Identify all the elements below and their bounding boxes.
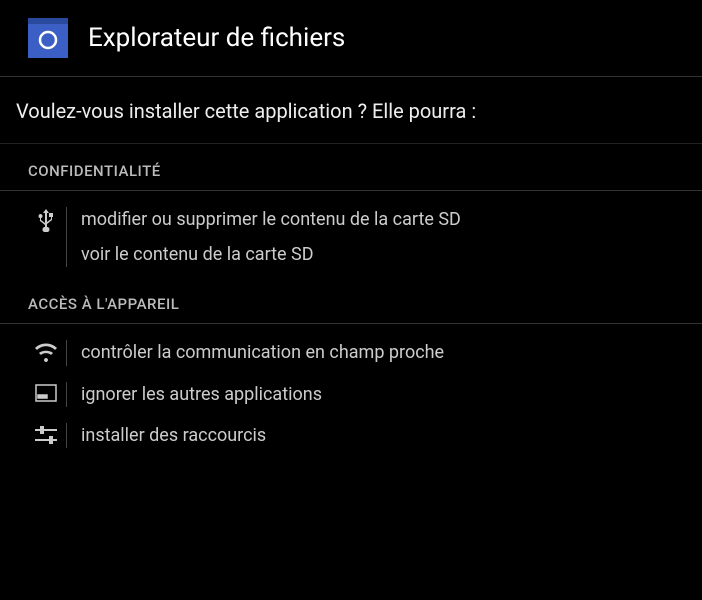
permission-text: modifier ou supprimer le contenu de la c… [81, 207, 674, 267]
device-section: ACCÈS À L'APPAREIL contrôler la communic… [0, 277, 702, 458]
app-title: Explorateur de fichiers [88, 23, 345, 53]
permission-line: ignorer les autres applications [81, 382, 674, 407]
privacy-section: CONFIDENTIALITÉ modifier ou supprimer le… [0, 144, 702, 277]
permission-row: modifier ou supprimer le contenu de la c… [0, 207, 702, 267]
permission-line: installer des raccourcis [81, 423, 674, 448]
permission-row: ignorer les autres applications [0, 382, 702, 407]
divider [66, 382, 67, 407]
device-section-title: ACCÈS À L'APPAREIL [0, 277, 702, 324]
privacy-section-title: CONFIDENTIALITÉ [0, 144, 702, 191]
permission-line: voir le contenu de la carte SD [81, 242, 674, 267]
app-header: Explorateur de fichiers [0, 0, 702, 77]
install-prompt: Voulez-vous installer cette application … [0, 77, 702, 144]
app-icon [28, 18, 68, 58]
divider [66, 423, 67, 448]
usb-icon [28, 207, 64, 267]
permission-text: ignorer les autres applications [81, 382, 674, 407]
permission-text: contrôler la communication en champ proc… [81, 340, 674, 365]
permission-line: contrôler la communication en champ proc… [81, 340, 674, 365]
divider [66, 340, 67, 365]
permission-line: modifier ou supprimer le contenu de la c… [81, 207, 674, 232]
permission-row: installer des raccourcis [0, 423, 702, 448]
wifi-icon [28, 340, 64, 365]
sliders-icon [28, 423, 64, 448]
divider [66, 207, 67, 267]
permission-row: contrôler la communication en champ proc… [0, 340, 702, 365]
apps-icon [28, 382, 64, 407]
permission-text: installer des raccourcis [81, 423, 674, 448]
